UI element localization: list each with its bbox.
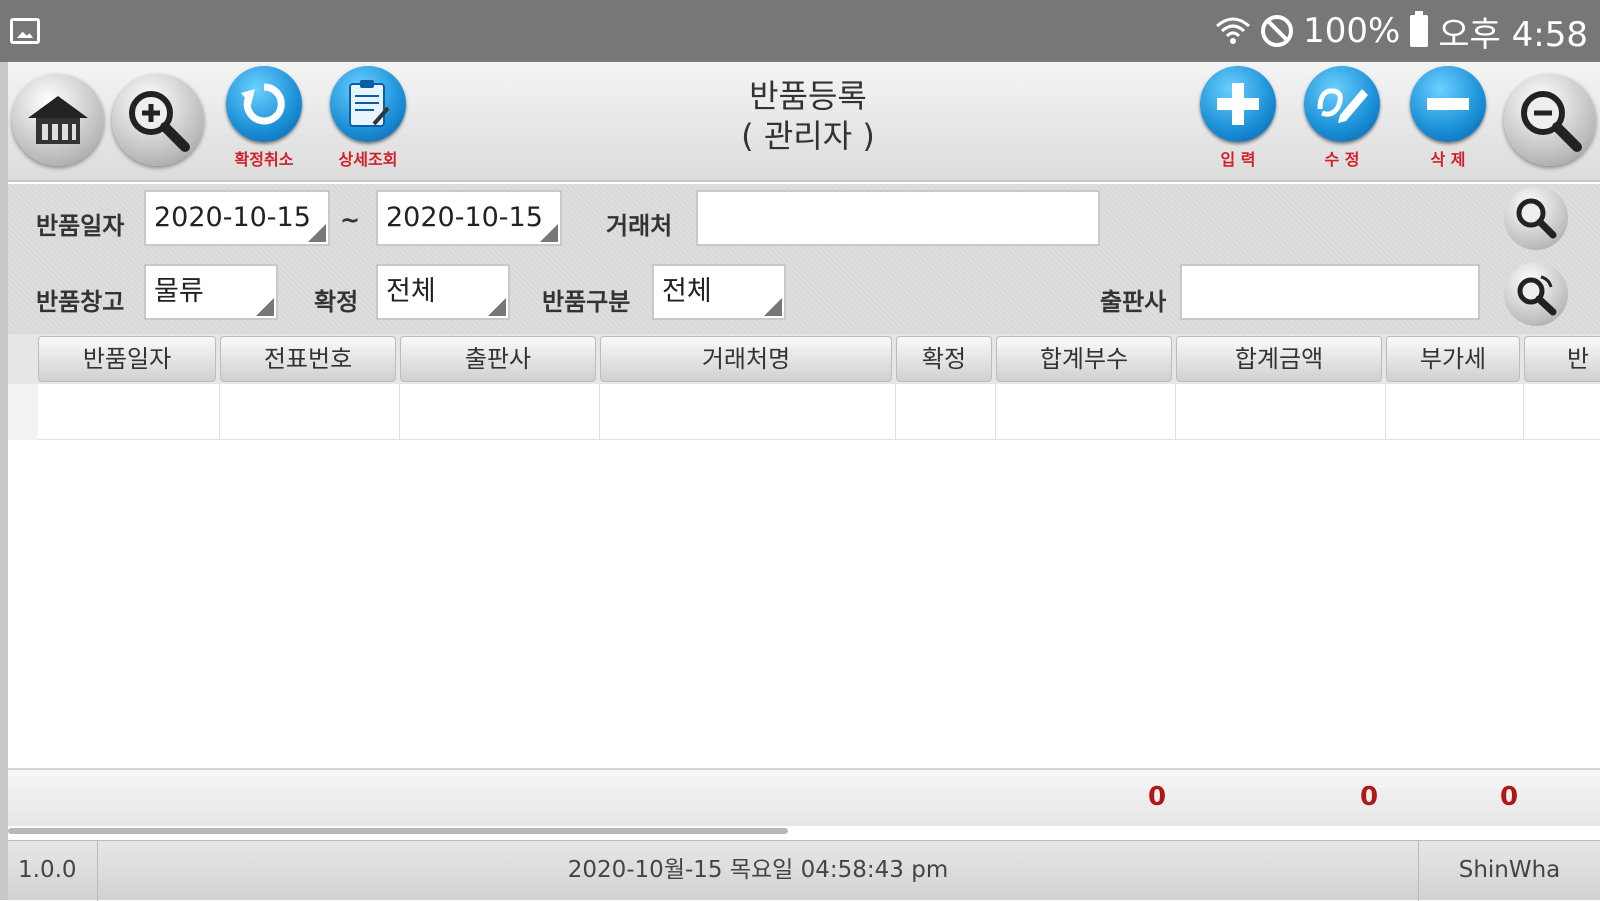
table-cell[interactable] [896,384,996,440]
return-type-label: 반품구분 [542,288,631,316]
no-signal-icon [1261,15,1294,47]
col-vat[interactable]: 부가세 [1386,336,1520,382]
detail-view-label: 상세조회 [338,150,398,169]
date-from-field[interactable]: 2020-10-15 [144,190,330,246]
table-header: 반품일자 전표번호 출판사 거래처명 확정 합계부수 합계금액 부가세 반 [8,334,1600,384]
table-cell[interactable] [38,384,220,440]
delete-label: 삭 제 [1430,150,1466,169]
home-button[interactable] [12,74,104,166]
clipboard-icon [349,80,390,127]
zoom-out-icon [1521,91,1582,152]
zoom-out-button[interactable] [1504,74,1596,166]
warehouse-select[interactable]: 물류 [144,264,278,320]
edit-button[interactable] [1304,66,1380,142]
date-separator: ~ [340,206,361,234]
return-date-label: 반품일자 [36,212,125,240]
col-confirm[interactable]: 확정 [896,336,992,382]
publisher-field[interactable] [1180,264,1480,320]
col-truncated[interactable]: 반 [1524,336,1600,382]
zoom-in-icon [129,91,190,152]
vat-total-value: 0 [1500,782,1519,812]
status-bar: 100% 오후 4:58 [0,0,1600,62]
edit-icon [1317,88,1368,123]
confirm-cancel-label: 확정취소 [234,150,294,169]
company-text: ShinWha [1418,841,1600,901]
client-label: 거래처 [606,212,673,240]
footer-bar: 1.0.0 2020-10월-15 목요일 04:58:43 pm ShinWh… [8,840,1600,901]
toolbar: 확정취소 상세조회 반품등록 ( 관리자 ) 입 력 수 정 삭 제 [8,62,1600,182]
gallery-notification-icon [10,18,40,44]
title-line-2: ( 관리자 ) [741,117,875,155]
table-cell[interactable] [220,384,400,440]
warehouse-label: 반품창고 [36,288,125,316]
table-cell[interactable] [996,384,1176,440]
search-icon [1517,275,1557,316]
app-window: 확정취소 상세조회 반품등록 ( 관리자 ) 입 력 수 정 삭 제 반품일자 … [0,62,1600,901]
refresh-icon [241,83,285,125]
horizontal-scrollbar[interactable] [8,828,788,834]
clock: 오후 4:58 [1438,14,1588,55]
publisher-label: 출판사 [1100,288,1167,316]
total-qty-value: 0 [1148,782,1167,812]
col-total-amount[interactable]: 합계금액 [1176,336,1382,382]
table-cell[interactable] [1386,384,1524,440]
confirm-label: 확정 [314,288,359,316]
zoom-in-button[interactable] [112,74,204,166]
total-amount-value: 0 [1360,782,1379,812]
datetime-text: 2020-10월-15 목요일 04:58:43 pm [567,857,949,883]
version-text: 1.0.0 [18,841,98,901]
publisher-search-button[interactable] [1504,262,1568,326]
title-line-1: 반품등록 [749,77,867,115]
table-cell[interactable] [600,384,896,440]
col-client-name[interactable]: 거래처명 [600,336,892,382]
page-title: 반품등록 ( 관리자 ) [708,76,908,156]
table-row[interactable] [8,384,1600,440]
minus-icon [1427,98,1469,110]
delete-button[interactable] [1410,66,1486,142]
return-type-select[interactable]: 전체 [652,264,786,320]
totals-bar: 0 0 0 [8,768,1600,826]
client-search-button[interactable] [1504,186,1568,250]
input-button[interactable] [1200,66,1276,142]
confirm-select[interactable]: 전체 [376,264,510,320]
home-icon [28,96,88,144]
search-icon [1516,198,1557,239]
input-label: 입 력 [1220,150,1256,169]
battery-percent: 100% [1303,11,1401,51]
filter-panel: 반품일자 2020-10-15 ~ 2020-10-15 거래처 반품창고 물류… [8,184,1600,334]
date-to-field[interactable]: 2020-10-15 [376,190,562,246]
table-cell[interactable] [400,384,600,440]
status-indicators: 100% 오후 4:58 [1215,10,1588,55]
col-slip-number[interactable]: 전표번호 [220,336,396,382]
client-field[interactable] [696,190,1100,246]
col-total-qty[interactable]: 합계부수 [996,336,1172,382]
plus-icon [1217,83,1259,125]
row-header [8,384,38,440]
battery-icon [1410,11,1429,47]
confirm-cancel-button[interactable] [226,66,302,142]
col-publisher[interactable]: 출판사 [400,336,596,382]
edit-label: 수 정 [1324,150,1360,169]
wifi-icon [1216,17,1251,44]
table-cell[interactable] [1176,384,1386,440]
col-return-date[interactable]: 반품일자 [38,336,216,382]
detail-view-button[interactable] [330,66,406,142]
